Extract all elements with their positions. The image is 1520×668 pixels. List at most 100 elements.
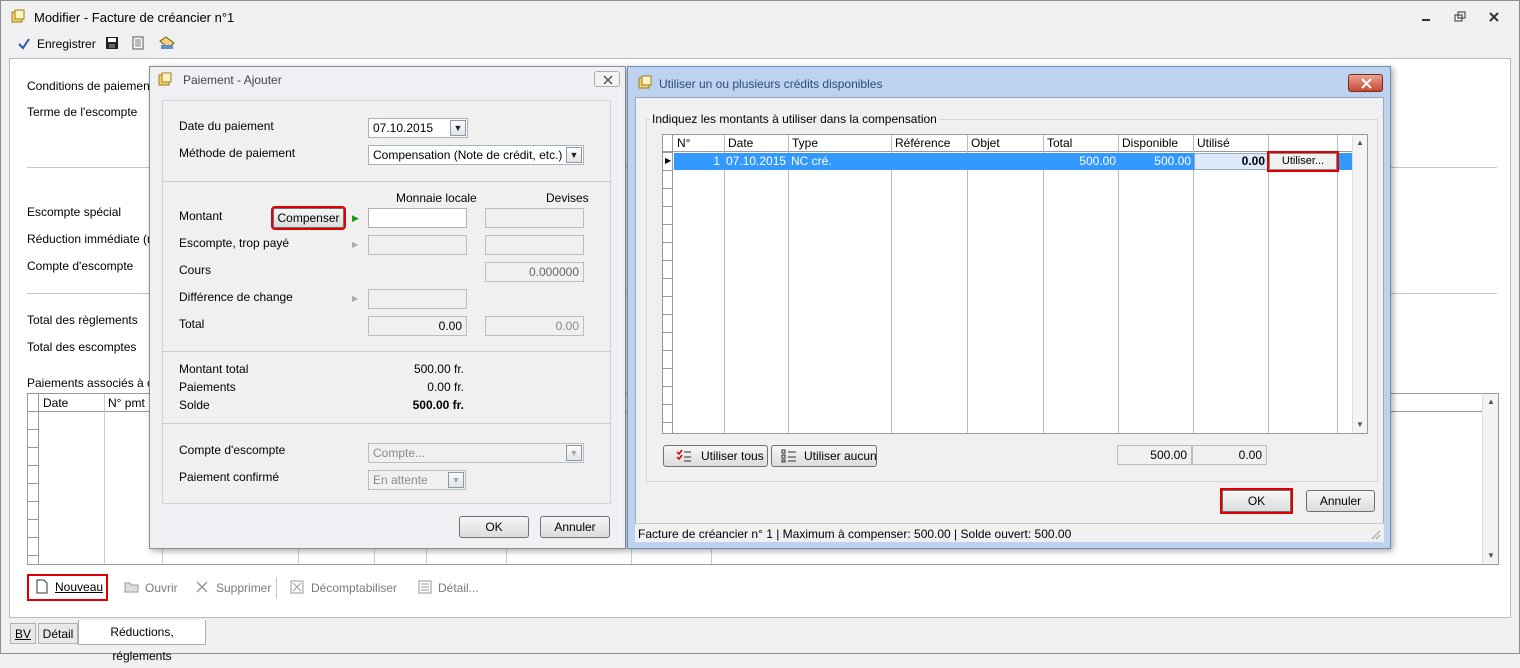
utiliser-row-button[interactable]: Utiliser... — [1267, 151, 1339, 172]
dropdown-arrow-icon[interactable]: ▼ — [566, 147, 582, 163]
total-devises-value: 0.00 — [555, 319, 579, 333]
toolbar-separator — [276, 577, 277, 599]
utiliser-aucun-label: Utiliser aucun — [804, 449, 877, 463]
decomptabiliser-label: Décomptabiliser — [311, 581, 398, 595]
col-reference: Référence — [895, 136, 951, 150]
date-value: 07.10.2015 — [373, 121, 434, 135]
sum-utilise-value: 0.00 — [1238, 448, 1262, 462]
save-button[interactable]: Enregistrer — [17, 35, 96, 54]
col-local-label: Monnaie locale — [396, 191, 477, 205]
tab-detail-label: Détail — [42, 627, 74, 641]
col-divider — [104, 394, 105, 564]
escompte-label: Escompte, trop payé — [179, 236, 290, 250]
list-icon — [781, 449, 797, 469]
paiements-associes-label: Paiements associés à ce c — [27, 376, 170, 390]
solde-label: Solde — [179, 398, 210, 412]
total-devises-field: 0.00 — [485, 316, 584, 336]
paiement-close-button[interactable] — [594, 71, 620, 87]
sum-disponible-field: 500.00 — [1117, 445, 1192, 465]
ouvrir-button[interactable]: Ouvrir — [124, 579, 184, 597]
col-divider — [1118, 135, 1119, 433]
scroll-up-icon[interactable]: ▲ — [1487, 397, 1495, 406]
credits-dialog: Utiliser un ou plusieurs crédits disponi… — [627, 66, 1391, 549]
scroll-down-icon[interactable]: ▼ — [1487, 551, 1495, 560]
tab-bv[interactable]: BV — [10, 623, 36, 644]
date-field[interactable]: 07.10.2015 ▼ — [368, 118, 468, 138]
decomptabiliser-button[interactable]: Décomptabiliser — [290, 579, 397, 597]
row-total: 500.00 — [1079, 154, 1116, 168]
uncheck-icon — [290, 580, 304, 597]
escompte-local-input — [368, 235, 467, 255]
total-reglements-label: Total des règlements — [27, 313, 138, 327]
confirme-select: En attente ▼ — [368, 470, 466, 490]
grid-col-no: N° pmt — [108, 396, 145, 410]
montant-total-label: Montant total — [179, 362, 249, 376]
col-divider — [1337, 135, 1338, 433]
scroll-down-icon[interactable]: ▼ — [1356, 420, 1364, 429]
row-pointer-icon: ▶ — [665, 156, 672, 165]
tab-reductions[interactable]: Réductions, réglements — [78, 620, 206, 663]
utiliser-tous-button[interactable]: Utiliser tous — [663, 445, 768, 467]
ok-label: OK — [1247, 494, 1266, 508]
solde-value: 500.00 fr. — [412, 398, 464, 412]
col-objet: Objet — [971, 136, 1000, 150]
row-arrow-icon: ▶ — [352, 294, 359, 303]
methode-select[interactable]: Compensation (Note de crédit, etc.) ▼ — [368, 145, 584, 165]
paiements-label: Paiements — [179, 380, 236, 394]
methode-value: Compensation (Note de crédit, etc.) — [373, 148, 563, 162]
credits-ok-button[interactable]: OK — [1220, 488, 1293, 514]
compenser-button[interactable]: Compenser — [271, 206, 346, 230]
credits-scrollbar[interactable]: ▲ ▼ — [1352, 135, 1367, 433]
floppy-icon[interactable] — [105, 36, 119, 53]
paiement-annuler-button[interactable]: Annuler — [540, 516, 610, 538]
open-folder-icon — [124, 580, 140, 597]
supprimer-button[interactable]: Supprimer — [195, 579, 271, 597]
cours-label: Cours — [179, 263, 212, 277]
difference-local-input — [368, 289, 467, 309]
row-arrow-icon: ▶ — [352, 240, 359, 249]
scroll-up-icon[interactable]: ▲ — [1356, 138, 1364, 147]
paiement-ok-button[interactable]: OK — [459, 516, 529, 538]
col-divider — [1043, 135, 1044, 433]
ouvrir-label: Ouvrir — [145, 581, 178, 595]
col-disponible: Disponible — [1122, 136, 1179, 150]
grid-scrollbar[interactable]: ▲ ▼ — [1482, 394, 1498, 564]
nouveau-button[interactable]: Nouveau — [27, 574, 108, 601]
dropdown-arrow-icon: ▼ — [448, 472, 464, 488]
paiements-value: 0.00 fr. — [427, 380, 464, 394]
credits-dialog-icon — [638, 75, 652, 92]
sum-disponible-value: 500.00 — [1150, 448, 1187, 462]
compte-placeholder: Compte... — [373, 446, 426, 460]
credits-dialog-title: Utiliser un ou plusieurs crédits disponi… — [659, 77, 883, 91]
close-icon[interactable] — [1487, 11, 1501, 23]
cours-field: 0.000000 — [485, 262, 584, 282]
dropdown-arrow-icon[interactable]: ▼ — [450, 120, 466, 136]
credits-annuler-button[interactable]: Annuler — [1306, 490, 1375, 512]
check-list-icon — [676, 449, 692, 469]
resize-grip-icon[interactable] — [1371, 529, 1381, 543]
window-title: Modifier - Facture de créancier n°1 — [34, 10, 235, 25]
row-type: NC cré. — [791, 154, 832, 168]
montant-devises-input — [485, 208, 584, 228]
credits-table[interactable]: N° Date Type Référence Objet Total Dispo… — [662, 134, 1368, 434]
col-type: Type — [792, 136, 819, 150]
restore-icon[interactable] — [1453, 11, 1467, 23]
document-icon[interactable] — [131, 36, 145, 53]
folder-icon[interactable] — [158, 35, 176, 54]
row-selector-column — [663, 135, 673, 433]
minimize-icon[interactable] — [1419, 11, 1433, 23]
checkmark-icon — [17, 37, 31, 54]
utiliser-row-label: Utiliser... — [1281, 155, 1325, 167]
credits-close-button[interactable] — [1348, 74, 1383, 92]
paiement-dialog: Paiement - Ajouter Date du paiement 07.1… — [149, 66, 626, 549]
difference-label: Différence de change — [179, 290, 293, 304]
tab-detail[interactable]: Détail — [38, 623, 78, 644]
paiement-dialog-icon — [158, 72, 172, 89]
montant-local-input[interactable] — [368, 208, 467, 228]
detail-button[interactable]: Détail... — [418, 579, 479, 597]
close-icon — [1361, 78, 1372, 92]
paiement-dialog-title: Paiement - Ajouter — [183, 73, 282, 87]
utiliser-aucun-button[interactable]: Utiliser aucun — [771, 445, 877, 467]
row-disponible: 500.00 — [1154, 154, 1191, 168]
delete-x-icon — [195, 580, 209, 597]
